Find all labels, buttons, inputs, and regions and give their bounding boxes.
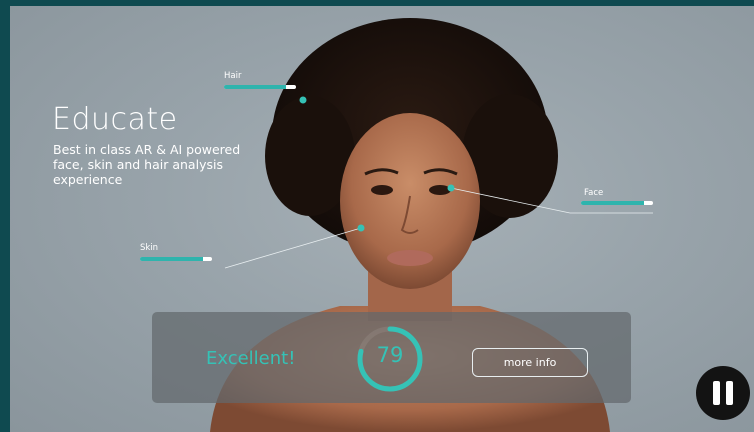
pause-button[interactable] — [696, 366, 750, 420]
more-info-button[interactable]: more info — [472, 348, 588, 377]
hair-label: Hair — [224, 71, 242, 81]
pause-icon-right-bar — [726, 381, 733, 405]
hero-title: Educate — [52, 102, 178, 137]
hair-meter-fill — [224, 85, 286, 89]
app-frame: Educate Best in class AR & AI powered fa… — [0, 0, 754, 432]
face-meter-fill — [581, 201, 645, 205]
skin-meter-fill — [140, 257, 204, 261]
skin-marker — [357, 224, 365, 232]
face-label: Face — [584, 188, 604, 198]
analysis-result-panel: Excellent! 79 more info — [152, 312, 631, 403]
pause-icon-left-bar — [713, 381, 720, 405]
result-rating: Excellent! — [206, 348, 296, 369]
camera-view: Educate Best in class AR & AI powered fa… — [10, 6, 754, 432]
hero-description: Best in class AR & AI powered face, skin… — [53, 142, 241, 187]
face-marker — [447, 184, 455, 192]
skin-meter — [140, 257, 212, 261]
score-value: 79 — [376, 343, 404, 367]
hair-marker — [299, 96, 307, 104]
skin-label: Skin — [140, 243, 159, 253]
hair-meter — [224, 85, 296, 89]
face-meter — [581, 201, 653, 205]
